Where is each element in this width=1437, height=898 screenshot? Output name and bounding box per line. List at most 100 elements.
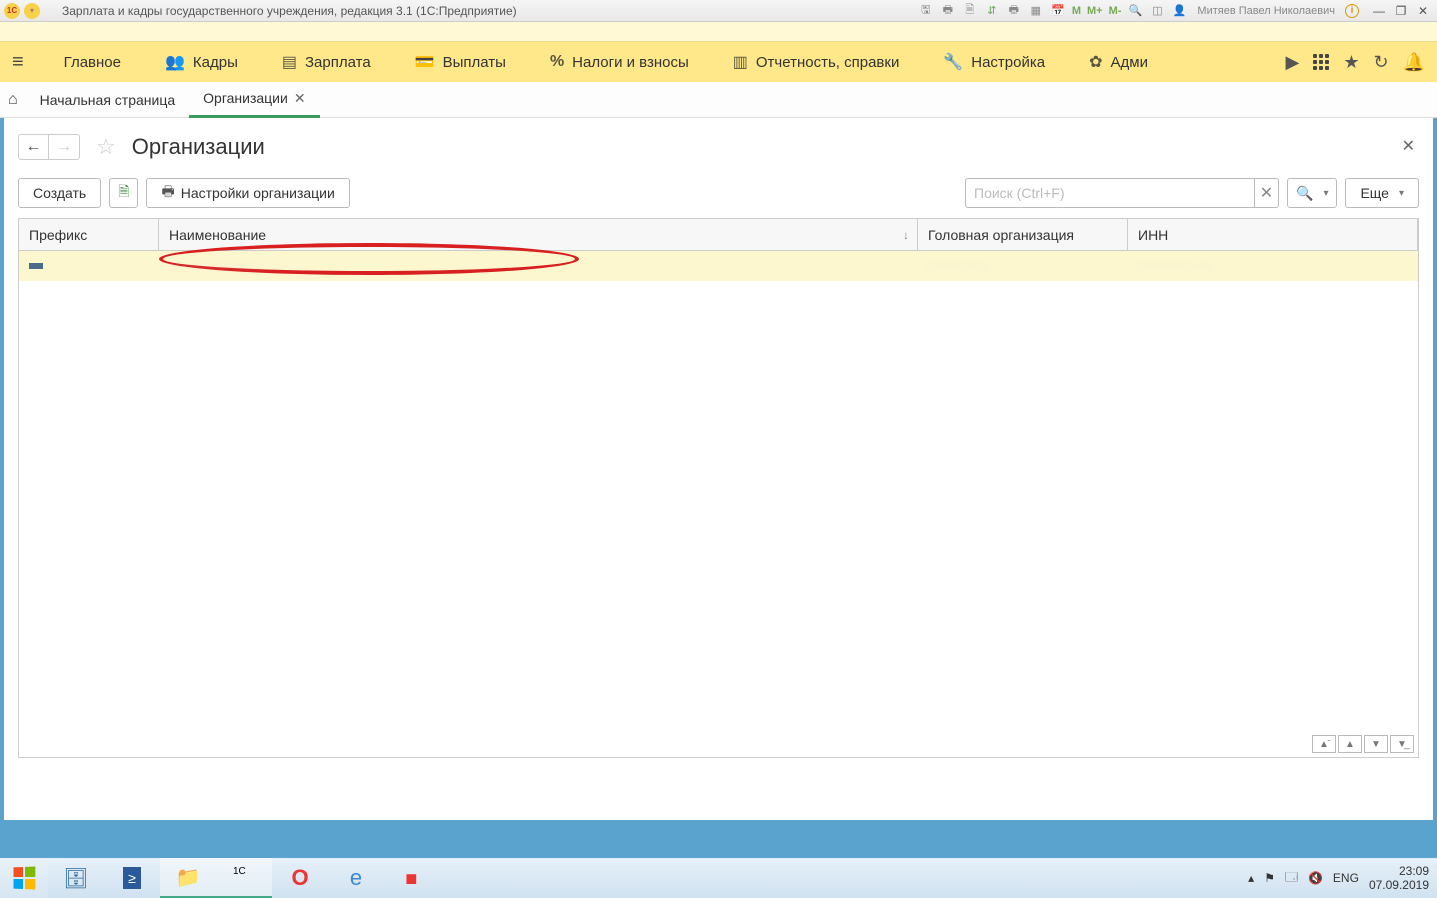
toolbar-icon-save[interactable]: 🖫 — [918, 3, 934, 19]
nav-back-button[interactable]: ← — [19, 135, 49, 159]
row-name-value: ···················· — [169, 259, 256, 274]
nav-settings[interactable]: 🔧Настройка — [921, 42, 1067, 82]
nav-vyplaty[interactable]: 💳Выплаты — [393, 42, 528, 82]
scroll-up-icon[interactable]: ▲ — [1338, 735, 1362, 753]
start-button[interactable] — [0, 858, 48, 898]
card-icon: 💳 — [415, 52, 435, 72]
star-outline-icon[interactable]: ☆ — [96, 134, 116, 160]
toolbar-icon-compare[interactable]: ⇵ — [984, 3, 1000, 19]
nav-buttons: ← → — [18, 134, 80, 160]
search-input[interactable] — [965, 178, 1255, 208]
org-row-icon — [29, 263, 43, 269]
search-clear-icon[interactable]: ✕ — [1255, 178, 1279, 208]
table-icon: ▤ — [282, 52, 297, 72]
nav-otchet[interactable]: ▥Отчетность, справки — [711, 42, 922, 82]
copy-button[interactable]: 🗎 — [109, 178, 138, 208]
tray-sound-icon[interactable]: 🔇 — [1308, 871, 1323, 885]
tray-lang[interactable]: ENG — [1333, 871, 1359, 885]
window-close[interactable]: ✕ — [1413, 3, 1433, 19]
row-inn-value: ················· — [1138, 259, 1212, 274]
tray-network-icon[interactable]: 🗔 — [1285, 868, 1298, 889]
history-icon[interactable]: ↻ — [1373, 52, 1388, 73]
sort-asc-icon: ↓ — [903, 228, 909, 242]
taskbar-opera[interactable]: O — [272, 858, 328, 898]
nav-main[interactable]: Главное — [42, 42, 143, 82]
tray-flag-icon[interactable]: ⚑ — [1264, 871, 1275, 885]
taskbar-server-manager[interactable]: 🗄 — [48, 858, 104, 898]
toolbar-icon-calc[interactable]: ▦ — [1028, 3, 1044, 19]
favorite-icon[interactable]: ★ — [1343, 52, 1359, 73]
user-icon: 👤 — [1171, 3, 1187, 19]
page-title: Организации — [132, 134, 265, 160]
gear-icon: ✿ — [1089, 52, 1102, 72]
tab-bar: ⌂ Начальная страница Организации ✕ — [0, 82, 1437, 118]
windows-button[interactable]: ◫ — [1149, 3, 1165, 19]
toolbar-icon-print[interactable]: 🖶 — [940, 3, 956, 19]
scroll-down-icon[interactable]: ▼ — [1364, 735, 1388, 753]
col-head-org[interactable]: Головная организация — [918, 219, 1128, 250]
m-plus-button[interactable]: M+ — [1087, 3, 1103, 19]
nav-nalogi[interactable]: %Налоги и взносы — [528, 42, 711, 82]
user-name[interactable]: Митяев Павел Николаевич — [1197, 3, 1335, 19]
scroll-bottom-icon[interactable]: ▼̲ — [1390, 735, 1414, 753]
window-minimize[interactable]: — — [1369, 3, 1389, 19]
taskbar-ie[interactable]: e — [328, 858, 384, 898]
taskbar-explorer[interactable]: 📁 — [160, 858, 216, 898]
taskbar-powershell[interactable]: ≥ — [104, 858, 160, 898]
taskbar-1c[interactable]: 1C — [216, 858, 272, 898]
search-icon: 🔍 — [1296, 185, 1313, 202]
window-maximize[interactable]: ❐ — [1391, 3, 1411, 19]
more-button[interactable]: Еще — [1345, 178, 1419, 208]
taskbar-app[interactable]: ◆ — [384, 858, 440, 898]
org-settings-button[interactable]: 🖶Настройки организации — [146, 178, 349, 208]
create-button[interactable]: Создать — [18, 178, 101, 208]
scroll-top-icon[interactable]: ▲̄ — [1312, 735, 1336, 753]
search-box: ✕ — [965, 178, 1279, 208]
wrench-icon: 🔧 — [943, 52, 963, 72]
search-button[interactable]: 🔍 — [1287, 178, 1337, 208]
app-menu-dropdown[interactable]: ▾ — [24, 3, 40, 19]
nav-admin[interactable]: ✿Адми — [1067, 42, 1170, 82]
tab-organizations[interactable]: Организации ✕ — [189, 82, 319, 118]
col-inn[interactable]: ИНН — [1128, 219, 1418, 250]
info-icon[interactable]: i — [1345, 4, 1359, 18]
app-title: Зарплата и кадры государственного учрежд… — [62, 4, 517, 18]
page-content: ← → ☆ Организации ✕ Создать 🗎 🖶Настройки… — [4, 118, 1433, 820]
copy-add-icon: 🗎 — [118, 181, 129, 205]
people-icon: 👥 — [165, 52, 185, 72]
col-name[interactable]: Наименование↓ — [159, 219, 918, 250]
home-icon[interactable]: ⌂ — [8, 91, 18, 109]
toolbar: Создать 🗎 🖶Настройки организации ✕ 🔍 Еще — [18, 178, 1419, 208]
apps-grid-icon[interactable] — [1313, 54, 1329, 70]
m-minus-button[interactable]: M- — [1109, 3, 1122, 19]
printer-icon: 🖶 — [161, 181, 174, 205]
toolbar-icon-print2[interactable]: 🖶 — [1006, 3, 1022, 19]
nav-forward-button[interactable]: → — [49, 135, 79, 159]
tab-close-icon[interactable]: ✕ — [294, 90, 306, 107]
windows-taskbar: 🗄 ≥ 📁 1C O e ◆ ▴ ⚑ 🗔 🔇 ENG 23:09 07.09.2… — [0, 858, 1437, 898]
titlebar: 1C ▾ Зарплата и кадры государственного у… — [0, 0, 1437, 22]
bell-icon[interactable]: 🔔 — [1403, 52, 1425, 73]
org-table: Префикс Наименование↓ Головная организац… — [18, 218, 1419, 758]
nav-zarplata[interactable]: ▤Зарплата — [260, 42, 393, 82]
notification-strip — [0, 22, 1437, 42]
tray-more-icon[interactable]: ▴ — [1248, 871, 1254, 885]
zoom-button[interactable]: 🔍 — [1127, 3, 1143, 19]
percent-icon: % — [550, 53, 564, 71]
m-button[interactable]: M — [1072, 3, 1081, 19]
toolbar-icon-calendar[interactable]: 📅 — [1050, 3, 1066, 19]
scroll-controls: ▲̄ ▲ ▼ ▼̲ — [1312, 735, 1414, 753]
nav-more-icon[interactable]: ▶ — [1286, 52, 1300, 73]
row-head-value: ·············· — [928, 259, 989, 274]
col-prefix[interactable]: Префикс — [19, 219, 159, 250]
nav-kadry[interactable]: 👥Кадры — [143, 42, 260, 82]
menu-burger-icon[interactable]: ≡ — [12, 51, 24, 74]
table-row[interactable]: ···················· ·············· ····… — [19, 251, 1418, 281]
toolbar-icon-doc[interactable]: 🗎 — [962, 3, 978, 19]
table-header: Префикс Наименование↓ Головная организац… — [19, 219, 1418, 251]
report-icon: ▥ — [733, 52, 748, 72]
tab-home[interactable]: Начальная страница — [26, 84, 189, 116]
app-logo-icon: 1C — [4, 3, 20, 19]
close-page-icon[interactable]: ✕ — [1402, 136, 1415, 156]
tray-clock[interactable]: 23:09 07.09.2019 — [1369, 864, 1429, 892]
